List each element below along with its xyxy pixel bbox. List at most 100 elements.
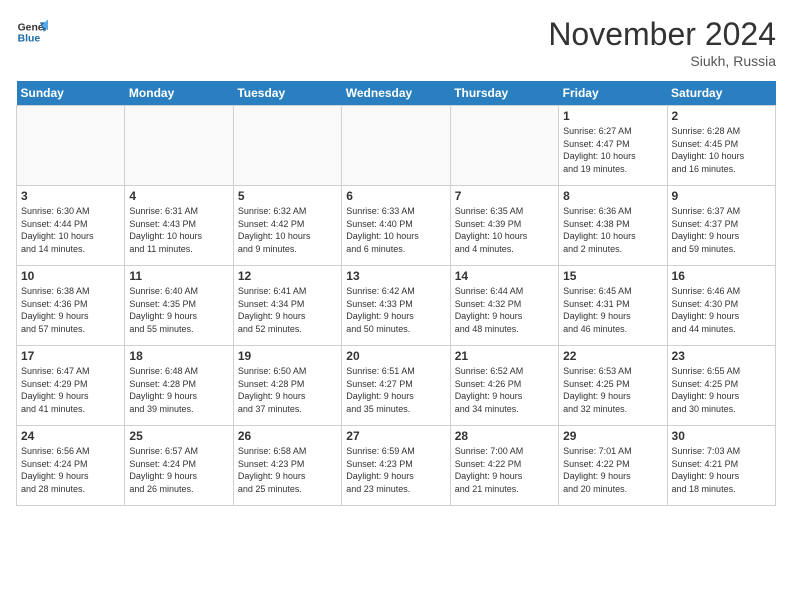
day-info: Sunrise: 7:03 AM Sunset: 4:21 PM Dayligh…	[672, 445, 771, 495]
day-number: 11	[129, 269, 228, 283]
col-sunday: Sunday	[17, 81, 125, 106]
cell-2-5: 15 Sunrise: 6:45 AM Sunset: 4:31 PM Dayli…	[559, 266, 667, 346]
cell-0-2	[233, 106, 341, 186]
cell-4-4: 28Sunrise: 7:00 AM Sunset: 4:22 PM Dayli…	[450, 426, 558, 506]
day-info: Sunrise: 6:45 AM Sunset: 4:31 PM Dayligh…	[563, 285, 662, 335]
cell-2-0: 10 Sunrise: 6:38 AM Sunset: 4:36 PM Dayli…	[17, 266, 125, 346]
day-info: Sunrise: 6:30 AM Sunset: 4:44 PM Dayligh…	[21, 205, 120, 255]
day-number: 1	[563, 109, 662, 123]
cell-4-5: 29Sunrise: 7:01 AM Sunset: 4:22 PM Dayli…	[559, 426, 667, 506]
day-number: 29	[563, 429, 662, 443]
cell-3-0: 17 Sunrise: 6:47 AM Sunset: 4:29 PM Dayli…	[17, 346, 125, 426]
day-info: Sunrise: 6:59 AM Sunset: 4:23 PM Dayligh…	[346, 445, 445, 495]
day-info: Sunrise: 6:36 AM Sunset: 4:38 PM Dayligh…	[563, 205, 662, 255]
cell-2-6: 16 Sunrise: 6:46 AM Sunset: 4:30 PM Dayli…	[667, 266, 775, 346]
day-info: Sunrise: 6:53 AM Sunset: 4:25 PM Dayligh…	[563, 365, 662, 415]
day-info: Sunrise: 6:33 AM Sunset: 4:40 PM Dayligh…	[346, 205, 445, 255]
day-info: Sunrise: 6:46 AM Sunset: 4:30 PM Dayligh…	[672, 285, 771, 335]
cell-3-4: 21 Sunrise: 6:52 AM Sunset: 4:26 PM Dayli…	[450, 346, 558, 426]
day-number: 14	[455, 269, 554, 283]
day-number: 9	[672, 189, 771, 203]
day-number: 4	[129, 189, 228, 203]
cell-3-3: 20 Sunrise: 6:51 AM Sunset: 4:27 PM Dayli…	[342, 346, 450, 426]
day-number: 25	[129, 429, 228, 443]
calendar-table: Sunday Monday Tuesday Wednesday Thursday…	[16, 81, 776, 506]
day-number: 5	[238, 189, 337, 203]
col-thursday: Thursday	[450, 81, 558, 106]
week-row-3: 17 Sunrise: 6:47 AM Sunset: 4:29 PM Dayli…	[17, 346, 776, 426]
day-number: 15	[563, 269, 662, 283]
day-number: 16	[672, 269, 771, 283]
cell-0-6: 2 Sunrise: 6:28 AM Sunset: 4:45 PM Daylig…	[667, 106, 775, 186]
cell-1-1: 4 Sunrise: 6:31 AM Sunset: 4:43 PM Daylig…	[125, 186, 233, 266]
page-container: General Blue November 2024 Siukh, Russia…	[0, 0, 792, 514]
day-info: Sunrise: 6:47 AM Sunset: 4:29 PM Dayligh…	[21, 365, 120, 415]
day-number: 21	[455, 349, 554, 363]
day-info: Sunrise: 6:51 AM Sunset: 4:27 PM Dayligh…	[346, 365, 445, 415]
cell-4-6: 30 Sunrise: 7:03 AM Sunset: 4:21 PM Dayli…	[667, 426, 775, 506]
week-row-2: 10 Sunrise: 6:38 AM Sunset: 4:36 PM Dayli…	[17, 266, 776, 346]
week-row-4: 24Sunrise: 6:56 AM Sunset: 4:24 PM Dayli…	[17, 426, 776, 506]
day-number: 10	[21, 269, 120, 283]
day-info: Sunrise: 6:52 AM Sunset: 4:26 PM Dayligh…	[455, 365, 554, 415]
day-number: 18	[129, 349, 228, 363]
cell-1-0: 3 Sunrise: 6:30 AM Sunset: 4:44 PM Daylig…	[17, 186, 125, 266]
col-friday: Friday	[559, 81, 667, 106]
month-title: November 2024	[548, 16, 776, 53]
cell-0-1	[125, 106, 233, 186]
day-number: 30	[672, 429, 771, 443]
cell-3-5: 22 Sunrise: 6:53 AM Sunset: 4:25 PM Dayli…	[559, 346, 667, 426]
day-info: Sunrise: 6:58 AM Sunset: 4:23 PM Dayligh…	[238, 445, 337, 495]
header-row: Sunday Monday Tuesday Wednesday Thursday…	[17, 81, 776, 106]
day-info: Sunrise: 6:28 AM Sunset: 4:45 PM Dayligh…	[672, 125, 771, 175]
day-number: 17	[21, 349, 120, 363]
day-number: 19	[238, 349, 337, 363]
cell-4-2: 26 Sunrise: 6:58 AM Sunset: 4:23 PM Dayli…	[233, 426, 341, 506]
col-saturday: Saturday	[667, 81, 775, 106]
week-row-0: 1Sunrise: 6:27 AM Sunset: 4:47 PM Daylig…	[17, 106, 776, 186]
day-number: 13	[346, 269, 445, 283]
cell-4-3: 27 Sunrise: 6:59 AM Sunset: 4:23 PM Dayli…	[342, 426, 450, 506]
day-info: Sunrise: 6:38 AM Sunset: 4:36 PM Dayligh…	[21, 285, 120, 335]
day-info: Sunrise: 6:57 AM Sunset: 4:24 PM Dayligh…	[129, 445, 228, 495]
week-row-1: 3 Sunrise: 6:30 AM Sunset: 4:44 PM Daylig…	[17, 186, 776, 266]
cell-1-6: 9 Sunrise: 6:37 AM Sunset: 4:37 PM Daylig…	[667, 186, 775, 266]
cell-1-5: 8 Sunrise: 6:36 AM Sunset: 4:38 PM Daylig…	[559, 186, 667, 266]
col-wednesday: Wednesday	[342, 81, 450, 106]
col-monday: Monday	[125, 81, 233, 106]
day-number: 8	[563, 189, 662, 203]
cell-4-0: 24Sunrise: 6:56 AM Sunset: 4:24 PM Dayli…	[17, 426, 125, 506]
location: Siukh, Russia	[548, 53, 776, 69]
cell-2-1: 11 Sunrise: 6:40 AM Sunset: 4:35 PM Dayli…	[125, 266, 233, 346]
cell-0-0	[17, 106, 125, 186]
cell-2-4: 14 Sunrise: 6:44 AM Sunset: 4:32 PM Dayli…	[450, 266, 558, 346]
day-number: 3	[21, 189, 120, 203]
cell-0-4	[450, 106, 558, 186]
day-info: Sunrise: 6:41 AM Sunset: 4:34 PM Dayligh…	[238, 285, 337, 335]
day-number: 26	[238, 429, 337, 443]
cell-0-5: 1Sunrise: 6:27 AM Sunset: 4:47 PM Daylig…	[559, 106, 667, 186]
day-info: Sunrise: 6:31 AM Sunset: 4:43 PM Dayligh…	[129, 205, 228, 255]
day-info: Sunrise: 6:37 AM Sunset: 4:37 PM Dayligh…	[672, 205, 771, 255]
day-info: Sunrise: 6:44 AM Sunset: 4:32 PM Dayligh…	[455, 285, 554, 335]
cell-2-3: 13 Sunrise: 6:42 AM Sunset: 4:33 PM Dayli…	[342, 266, 450, 346]
day-number: 7	[455, 189, 554, 203]
day-info: Sunrise: 6:48 AM Sunset: 4:28 PM Dayligh…	[129, 365, 228, 415]
day-info: Sunrise: 6:56 AM Sunset: 4:24 PM Dayligh…	[21, 445, 120, 495]
day-number: 2	[672, 109, 771, 123]
cell-3-6: 23Sunrise: 6:55 AM Sunset: 4:25 PM Dayli…	[667, 346, 775, 426]
day-info: Sunrise: 6:35 AM Sunset: 4:39 PM Dayligh…	[455, 205, 554, 255]
title-area: November 2024 Siukh, Russia	[548, 16, 776, 69]
cell-2-2: 12Sunrise: 6:41 AM Sunset: 4:34 PM Dayli…	[233, 266, 341, 346]
cell-3-2: 19Sunrise: 6:50 AM Sunset: 4:28 PM Dayli…	[233, 346, 341, 426]
day-number: 27	[346, 429, 445, 443]
day-info: Sunrise: 6:42 AM Sunset: 4:33 PM Dayligh…	[346, 285, 445, 335]
day-number: 6	[346, 189, 445, 203]
day-number: 20	[346, 349, 445, 363]
day-number: 22	[563, 349, 662, 363]
cell-3-1: 18 Sunrise: 6:48 AM Sunset: 4:28 PM Dayli…	[125, 346, 233, 426]
day-number: 28	[455, 429, 554, 443]
col-tuesday: Tuesday	[233, 81, 341, 106]
cell-0-3	[342, 106, 450, 186]
day-info: Sunrise: 6:40 AM Sunset: 4:35 PM Dayligh…	[129, 285, 228, 335]
